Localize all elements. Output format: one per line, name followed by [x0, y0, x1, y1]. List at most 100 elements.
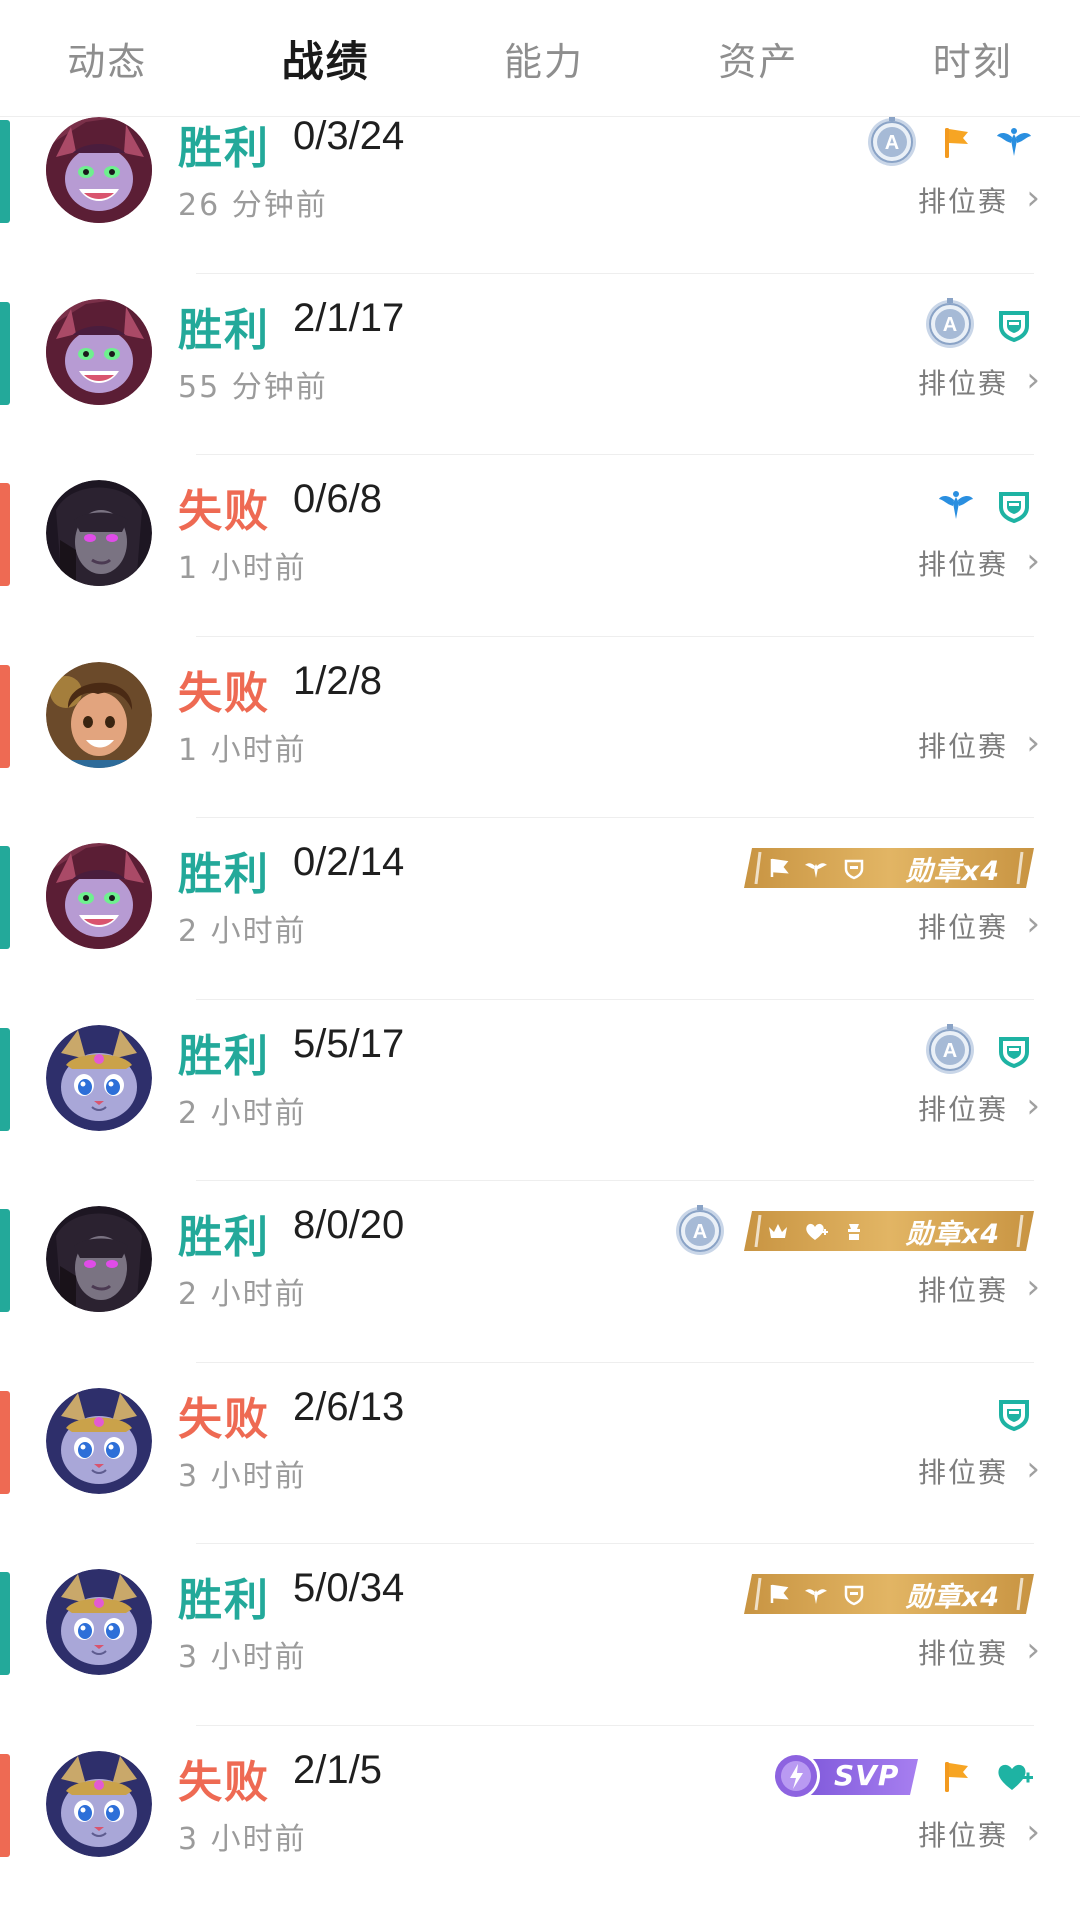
match-row[interactable]: 失败 2/6/13 3 小时前 排位赛 ›	[0, 1363, 1080, 1545]
result-indicator-bar	[0, 120, 10, 223]
flag-icon	[936, 1756, 976, 1796]
match-result: 胜利	[178, 1201, 270, 1265]
kda-score: 5/0/34	[293, 1566, 404, 1611]
tab-abilities[interactable]: 能力	[494, 31, 594, 86]
match-row[interactable]: 胜利 0/3/24 26 分钟前 排位赛 › A	[0, 92, 1080, 274]
match-row[interactable]: 胜利2/1/1755 分钟前排位赛›A	[0, 274, 1080, 456]
medal-count-label: 勋章x4	[906, 1212, 1000, 1251]
champion-avatar	[46, 662, 152, 768]
match-time: 2 小时前	[178, 906, 307, 950]
result-indicator-bar	[0, 1209, 10, 1312]
match-time: 1 小时前	[178, 725, 307, 769]
champion-avatar	[46, 1206, 152, 1312]
champion-avatar	[46, 1025, 152, 1131]
match-badges	[936, 477, 1034, 533]
result-indicator-bar	[0, 665, 10, 768]
svg-text:A: A	[885, 132, 899, 154]
result-indicator-bar	[0, 1028, 10, 1131]
svg-text:A: A	[943, 314, 957, 336]
chevron-right-icon: ›	[1026, 178, 1040, 218]
kda-score: 0/6/8	[293, 477, 382, 522]
game-mode: 排位赛	[918, 180, 1008, 220]
match-result: 失败	[178, 1383, 270, 1447]
kda-score: 2/6/13	[293, 1385, 404, 1430]
shield-icon	[842, 856, 866, 880]
match-result: 胜利	[178, 838, 270, 902]
shield-icon	[994, 1393, 1034, 1433]
champion-avatar	[46, 480, 152, 586]
match-result: 胜利	[178, 1564, 270, 1628]
kda-score: 0/3/24	[293, 114, 404, 159]
match-row[interactable]: 胜利5/0/343 小时前排位赛›勋章x4	[0, 1544, 1080, 1726]
match-time: 3 小时前	[178, 1632, 307, 1676]
result-indicator-bar	[0, 483, 10, 586]
tab-match-history[interactable]: 战绩	[272, 28, 380, 89]
match-row[interactable]: 胜利8/0/202 小时前排位赛›A勋章x4	[0, 1181, 1080, 1363]
match-result: 胜利	[178, 112, 270, 176]
game-mode: 排位赛	[918, 1814, 1008, 1854]
champion-avatar	[46, 117, 152, 223]
chevron-right-icon: ›	[1026, 723, 1040, 763]
flag-icon	[936, 122, 976, 162]
match-row[interactable]: 失败2/1/53 小时前排位赛›SVP	[0, 1726, 1080, 1907]
game-mode: 排位赛	[918, 1451, 1008, 1491]
medal-banner: 勋章x4	[744, 1574, 1034, 1614]
result-indicator-bar	[0, 302, 10, 405]
match-badges: A	[924, 296, 1034, 352]
match-result: 失败	[178, 475, 270, 539]
result-indicator-bar	[0, 1754, 10, 1857]
match-time: 55 分钟前	[178, 362, 328, 406]
match-badges: A	[866, 114, 1034, 170]
match-result: 胜利	[178, 294, 270, 358]
tab-bar: 动态 战绩 能力 资产 时刻	[0, 0, 1080, 117]
chevron-right-icon: ›	[1026, 1812, 1040, 1852]
svp-label: SVP	[834, 1759, 899, 1792]
game-mode: 排位赛	[918, 543, 1008, 583]
tab-dynamics[interactable]: 动态	[57, 31, 157, 86]
champion-avatar	[46, 299, 152, 405]
svg-text:A: A	[693, 1221, 707, 1243]
match-badges: 勋章x4	[744, 840, 1034, 896]
svg-text:A: A	[943, 1040, 957, 1062]
chevron-right-icon: ›	[1026, 1630, 1040, 1670]
match-time: 3 小时前	[178, 1814, 307, 1858]
heart-plus-icon	[994, 1756, 1034, 1796]
match-row[interactable]: 失败1/2/81 小时前排位赛›	[0, 637, 1080, 819]
a-medal-icon: A	[674, 1205, 726, 1257]
chevron-right-icon: ›	[1026, 904, 1040, 944]
match-row[interactable]: 失败0/6/81 小时前排位赛›	[0, 455, 1080, 637]
svp-badge: SVP	[768, 1751, 918, 1801]
wings-icon	[804, 856, 828, 880]
game-mode: 排位赛	[918, 362, 1008, 402]
crown-icon	[766, 1219, 790, 1243]
match-row[interactable]: 胜利5/5/172 小时前排位赛›A	[0, 1000, 1080, 1182]
champion-avatar	[46, 1751, 152, 1857]
result-indicator-bar	[0, 1391, 10, 1494]
a-medal-icon: A	[866, 116, 918, 168]
kda-score: 8/0/20	[293, 1203, 404, 1248]
a-medal-icon: A	[924, 1024, 976, 1076]
match-row[interactable]: 胜利0/2/142 小时前排位赛›勋章x4	[0, 818, 1080, 1000]
champion-avatar	[46, 843, 152, 949]
match-time: 3 小时前	[178, 1451, 307, 1495]
a-medal-icon: A	[924, 298, 976, 350]
game-mode: 排位赛	[918, 725, 1008, 765]
kda-score: 2/1/5	[293, 1748, 382, 1793]
tab-assets[interactable]: 资产	[708, 31, 808, 86]
chevron-right-icon: ›	[1026, 1449, 1040, 1489]
flag-icon	[766, 1582, 790, 1606]
kda-score: 2/1/17	[293, 296, 404, 341]
match-time: 26 分钟前	[178, 180, 328, 224]
result-indicator-bar	[0, 1572, 10, 1675]
result-indicator-bar	[0, 846, 10, 949]
match-badges: 勋章x4	[744, 1566, 1034, 1622]
kda-score: 5/5/17	[293, 1022, 404, 1067]
shield-icon	[994, 304, 1034, 344]
champion-avatar	[46, 1388, 152, 1494]
tower-icon	[842, 1219, 866, 1243]
wings-icon	[804, 1582, 828, 1606]
match-time: 2 小时前	[178, 1269, 307, 1313]
tab-moments[interactable]: 时刻	[923, 31, 1023, 86]
chevron-right-icon: ›	[1026, 1267, 1040, 1307]
champion-avatar	[46, 1569, 152, 1675]
